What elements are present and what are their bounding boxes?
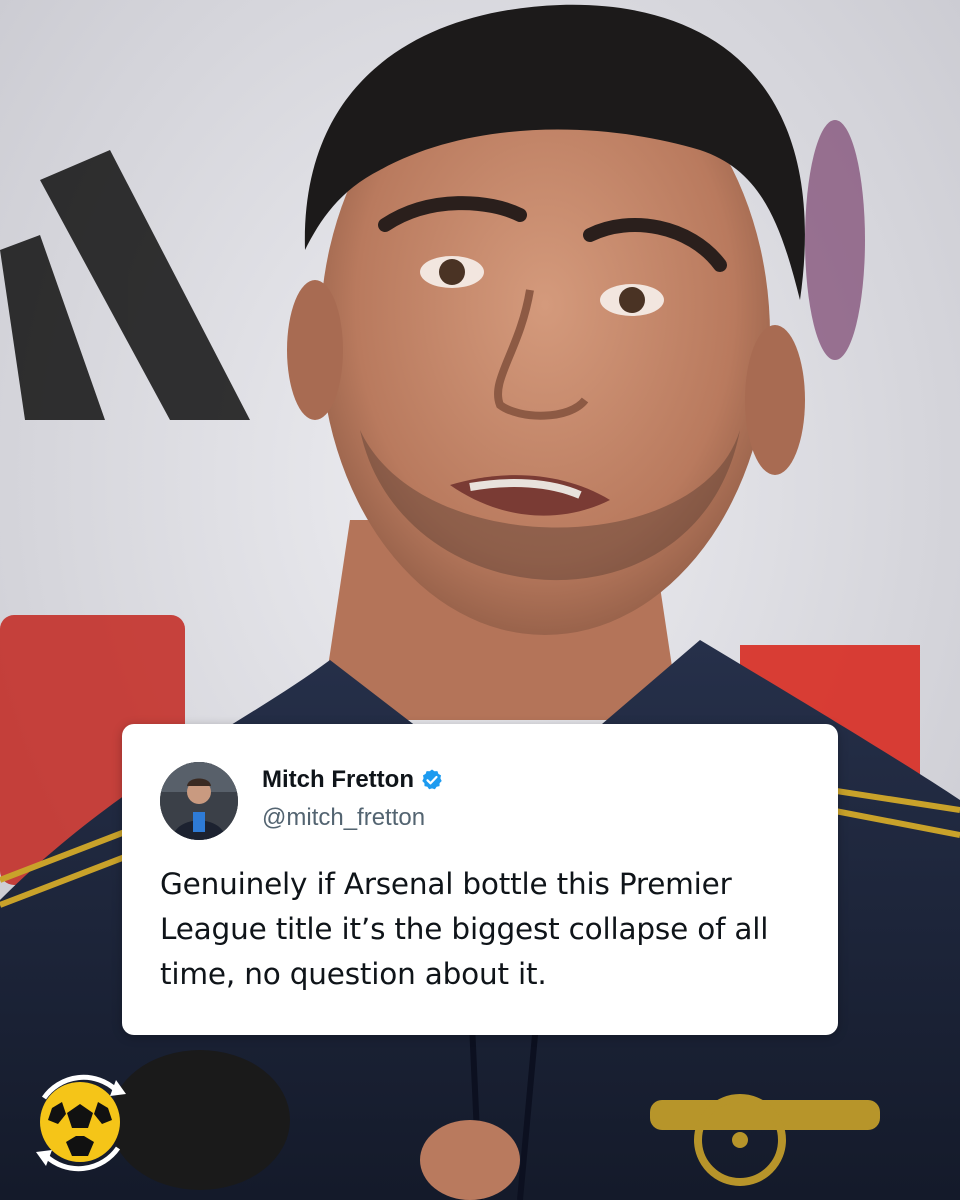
tweet-text: Genuinely if Arsenal bottle this Premier… bbox=[160, 867, 769, 991]
tweet-card[interactable]: Mitch Fretton @mitch_fretton Genuinely i… bbox=[122, 724, 838, 1035]
author-name: Mitch Fretton bbox=[262, 766, 414, 793]
author-handle[interactable]: @mitch_fretton bbox=[262, 804, 425, 832]
author-name-row: Mitch Fretton bbox=[262, 766, 444, 794]
avatar[interactable] bbox=[160, 762, 238, 840]
verified-badge-icon bbox=[420, 768, 444, 792]
post-image: Mitch Fretton @mitch_fretton Genuinely i… bbox=[0, 0, 960, 1200]
football-cycle-logo-icon bbox=[22, 1068, 140, 1176]
